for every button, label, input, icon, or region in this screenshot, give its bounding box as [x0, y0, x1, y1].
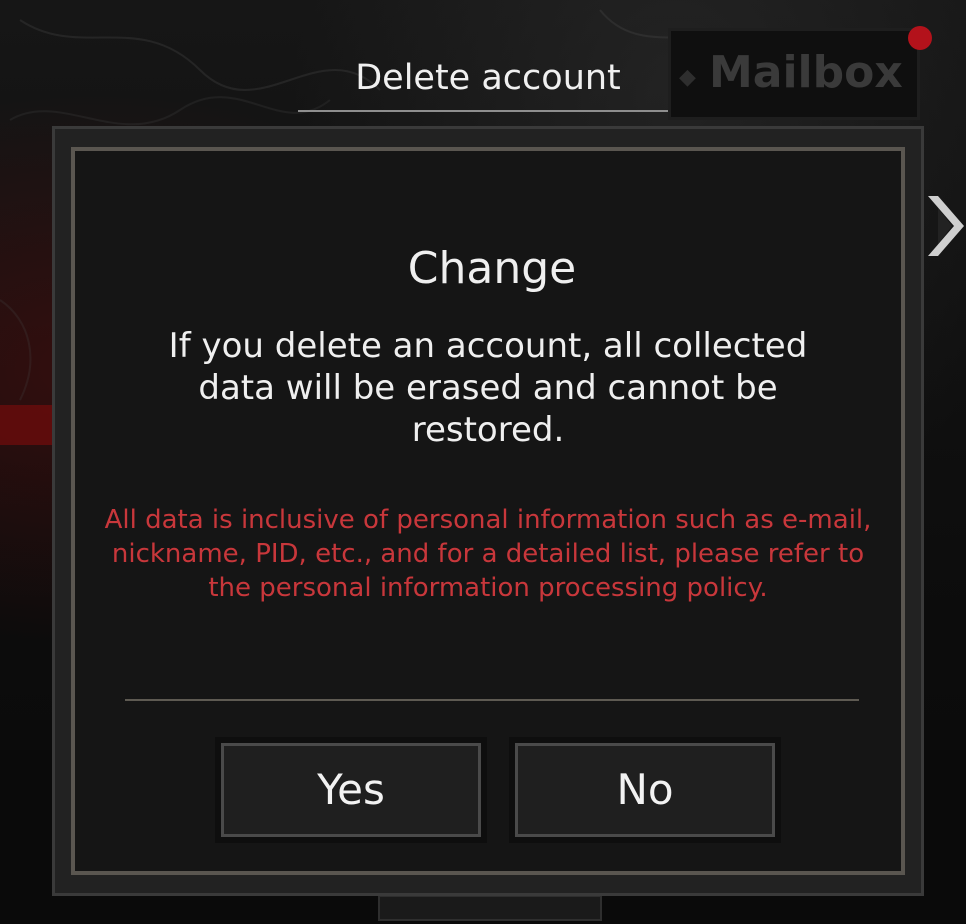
- delete-account-dialog: Change If you delete an account, all col…: [52, 126, 924, 896]
- yes-button-label: Yes: [221, 743, 481, 837]
- no-button[interactable]: No: [509, 737, 781, 843]
- tab-delete-account[interactable]: Delete account: [298, 52, 678, 112]
- no-button-label: No: [515, 743, 775, 837]
- tab-mailbox[interactable]: ◆ Mailbox: [668, 28, 920, 120]
- dialog-warning: All data is inclusive of personal inform…: [104, 505, 872, 603]
- notification-dot-icon: [908, 26, 932, 50]
- background-red-accent: [0, 405, 60, 445]
- dialog-message: If you delete an account, all collected …: [168, 326, 808, 450]
- tab-mailbox-label: Mailbox: [709, 47, 903, 98]
- dialog-title: Change: [407, 243, 577, 294]
- yes-button[interactable]: Yes: [215, 737, 487, 843]
- chevron-right-icon[interactable]: [924, 186, 966, 266]
- dialog-divider: [125, 699, 859, 701]
- dialog-panel: Change If you delete an account, all col…: [71, 147, 905, 875]
- mailbox-arrow-icon: ◆: [679, 65, 696, 90]
- tab-delete-account-label: Delete account: [355, 58, 621, 98]
- bottom-tab[interactable]: [378, 895, 602, 921]
